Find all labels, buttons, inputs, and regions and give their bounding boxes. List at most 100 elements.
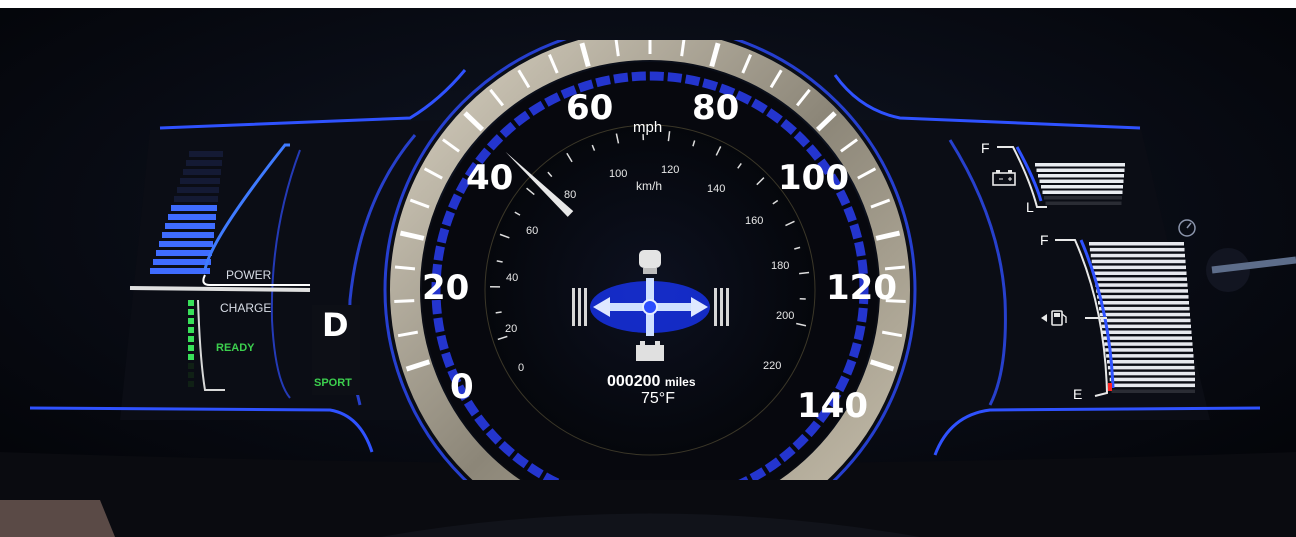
charge-bar xyxy=(188,300,194,306)
power-bar xyxy=(171,205,217,211)
fuel-bar xyxy=(1089,242,1184,246)
battery-bar xyxy=(1044,196,1122,200)
fuel-bar xyxy=(1093,271,1187,275)
charge-level-bars xyxy=(188,300,194,387)
fuel-bar xyxy=(1092,265,1186,270)
power-bar xyxy=(153,259,211,265)
fuel-bar xyxy=(1107,360,1194,364)
odometer: 000200 miles xyxy=(607,373,696,391)
wheel-right-icon xyxy=(714,288,729,326)
fuel-bar xyxy=(1107,365,1195,370)
power-bar xyxy=(156,250,212,256)
kmh-label-200: 200 xyxy=(776,310,795,322)
charge-bar xyxy=(188,363,194,369)
fuel-bar xyxy=(1100,318,1191,323)
fuel-pump-icon xyxy=(1041,310,1067,326)
fuel-full-label: F xyxy=(1040,232,1049,248)
power-bar xyxy=(186,160,222,166)
power-level-bars xyxy=(150,151,223,274)
fuel-bar xyxy=(1094,277,1187,281)
power-bar xyxy=(168,214,216,220)
ready-indicator: READY xyxy=(216,342,255,354)
mph-label-40: 40 xyxy=(466,158,514,198)
battery-icon xyxy=(992,170,1016,186)
mph-label-80: 80 xyxy=(692,88,740,128)
charge-bar xyxy=(188,309,194,315)
fuel-bar xyxy=(1106,354,1194,358)
kmh-label-120: 120 xyxy=(661,164,680,176)
odometer-unit: miles xyxy=(664,375,696,389)
charge-bar xyxy=(188,336,194,342)
battery-bar xyxy=(1041,185,1123,189)
mph-label-0: 0 xyxy=(450,367,474,407)
fuel-bar xyxy=(1089,247,1185,252)
mph-label-120: 120 xyxy=(826,268,897,308)
charge-bar xyxy=(188,327,194,333)
battery-full-label: F xyxy=(981,140,990,156)
wheel-left-icon xyxy=(572,288,587,326)
battery-low-label: L xyxy=(1026,199,1034,215)
charge-bar xyxy=(188,381,194,387)
power-bar xyxy=(180,178,220,184)
kmh-unit-label: km/h xyxy=(636,179,663,193)
battery-flow-icon xyxy=(636,341,664,361)
power-bar xyxy=(183,169,221,175)
battery-bar xyxy=(1036,168,1125,172)
fuel-bar xyxy=(1097,295,1189,299)
mph-label-100: 100 xyxy=(778,158,849,198)
fuel-bar xyxy=(1111,389,1195,393)
energy-flow-display xyxy=(572,250,729,361)
kmh-label-40: 40 xyxy=(506,272,519,284)
mph-label-60: 60 xyxy=(566,88,614,128)
kmh-label-80: 80 xyxy=(564,189,577,201)
battery-bar xyxy=(1038,174,1124,178)
odometer-value: 000200 xyxy=(607,373,661,390)
hybrid-power-meter xyxy=(129,143,311,391)
fuel-bar xyxy=(1109,377,1195,382)
kmh-label-220: 220 xyxy=(763,360,782,372)
power-bar xyxy=(150,268,210,274)
mph-unit-label: mph xyxy=(633,119,663,136)
kmh-tick xyxy=(495,311,502,314)
fuel-bar xyxy=(1110,383,1195,388)
fuel-bar xyxy=(1102,330,1192,334)
fuel-bar xyxy=(1098,301,1189,305)
mph-tick xyxy=(394,265,416,271)
fuel-bar xyxy=(1096,289,1188,293)
mph-tick xyxy=(394,299,415,303)
fuel-bar xyxy=(1103,336,1192,340)
kmh-label-100: 100 xyxy=(609,168,628,180)
fuel-bar xyxy=(1101,324,1191,329)
flow-arrows-icon xyxy=(593,278,708,336)
kmh-label-180: 180 xyxy=(771,260,790,272)
power-bar xyxy=(177,187,219,193)
battery-bar xyxy=(1045,201,1122,205)
power-bar xyxy=(189,151,223,157)
fuel-bar xyxy=(1095,283,1188,287)
charge-bar xyxy=(188,345,194,351)
battery-bar xyxy=(1042,190,1123,194)
fuel-bar xyxy=(1098,306,1190,311)
mph-label-140: 140 xyxy=(797,386,868,426)
power-label: POWER xyxy=(226,268,272,282)
charge-bar xyxy=(188,354,194,360)
fuel-empty-label: E xyxy=(1073,386,1083,402)
instrument-cluster: POWER CHARGE READY D SPORT 0 20 40 60 80… xyxy=(0,0,1296,537)
engine-icon xyxy=(639,250,661,274)
kmh-label-20: 20 xyxy=(505,323,518,335)
kmh-label-140: 140 xyxy=(707,183,726,195)
fuel-bar xyxy=(1099,312,1190,317)
charge-label: CHARGE xyxy=(220,301,272,315)
fuel-bar xyxy=(1104,342,1193,346)
power-bar xyxy=(174,196,218,202)
battery-level-bars xyxy=(1035,163,1125,205)
fuel-bar xyxy=(1091,259,1186,264)
battery-bar xyxy=(1039,179,1124,183)
battery-bar xyxy=(1035,163,1125,167)
fuel-low-marker xyxy=(1108,383,1112,391)
kmh-label-160: 160 xyxy=(745,215,764,227)
mph-label-20: 20 xyxy=(422,268,470,308)
fuel-bar xyxy=(1108,371,1195,376)
power-bar xyxy=(165,223,215,229)
gear-indicator: D xyxy=(322,306,349,344)
